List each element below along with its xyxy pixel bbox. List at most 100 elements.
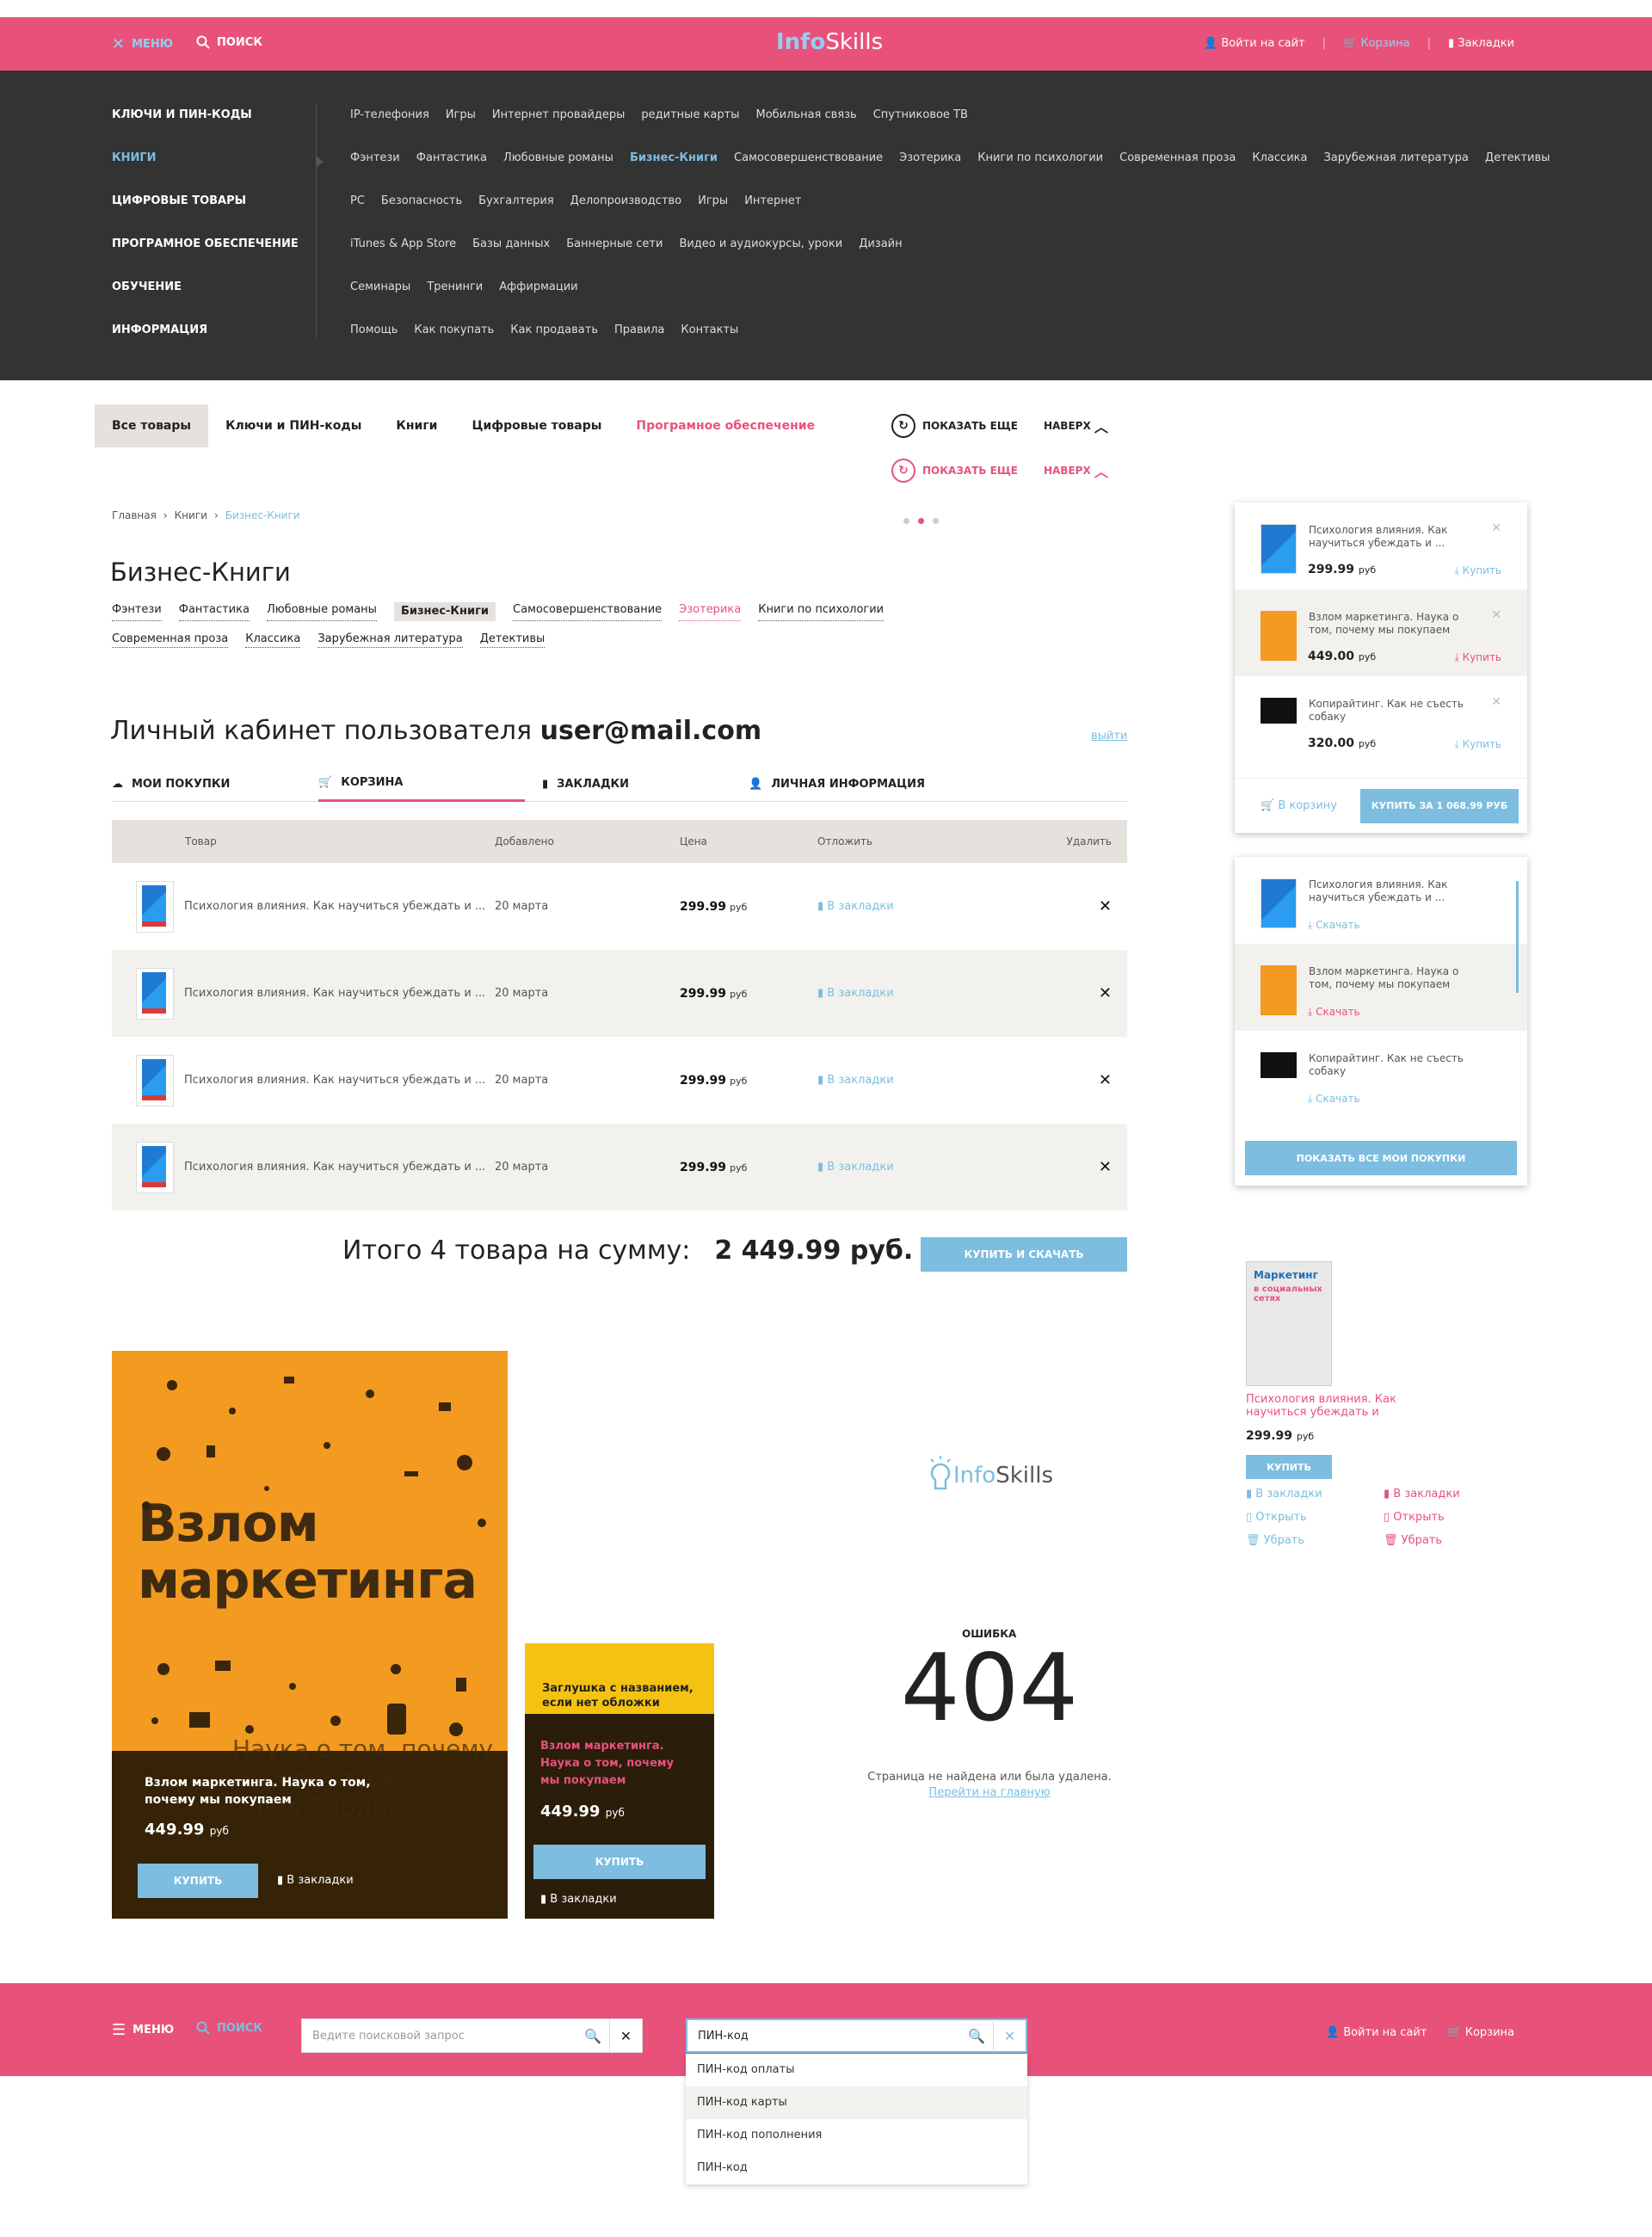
logo-secondary[interactable]: Info Skills xyxy=(928,1454,1053,1497)
menu-link[interactable]: Баннерные сети xyxy=(566,237,663,280)
item-name[interactable]: Взлом маркетинга. Наука о том, почему мы… xyxy=(1309,965,1481,1031)
bookmark-link-hover[interactable]: ▮ В закладки xyxy=(1384,1488,1504,1501)
menu-link[interactable]: IP-телефония xyxy=(350,108,429,151)
tab-bookmarks[interactable]: ▮ ЗАКЛАДКИ xyxy=(525,766,731,802)
book-thumbnail[interactable] xyxy=(136,967,174,1020)
suggestion-item[interactable]: ПИН-код xyxy=(686,2152,1027,2185)
menu-link[interactable]: Семинары xyxy=(350,280,410,324)
dot[interactable] xyxy=(933,518,939,524)
open-link[interactable]: ▯ Открыть xyxy=(1246,1511,1384,1524)
menu-link[interactable]: Тренинги xyxy=(427,280,483,324)
menu-link[interactable]: iTunes & App Store xyxy=(350,237,456,280)
menu-link[interactable]: Игры xyxy=(698,194,728,237)
search-button[interactable]: ПОИСК xyxy=(196,2021,262,2035)
login-link[interactable]: 👤 Войти на сайт xyxy=(1326,2026,1427,2039)
subcat-link[interactable]: Зарубежная литература xyxy=(317,632,463,648)
menu-link[interactable]: Любовные романы xyxy=(503,151,613,194)
menu-link[interactable]: Как продавать xyxy=(510,324,598,367)
menu-link[interactable]: Эзотерика xyxy=(899,151,961,194)
menu-link[interactable]: PC xyxy=(350,194,365,237)
subcat-link[interactable]: Самосовершенствование xyxy=(513,602,663,621)
bookmark-link[interactable]: ▮ В закладки xyxy=(1246,1488,1384,1501)
menu-link[interactable]: Классика xyxy=(1252,151,1307,194)
item-name[interactable]: Копирайтинг. Как не съесть собаку xyxy=(1309,698,1481,763)
product-name[interactable]: Психология влияния. Как научиться убежда… xyxy=(184,1074,485,1087)
menu-button[interactable]: ☰ МЕНЮ xyxy=(112,2021,174,2039)
logo[interactable]: InfoSkills xyxy=(776,29,883,55)
breadcrumb-home[interactable]: Главная xyxy=(112,509,157,521)
bookmark-link[interactable]: ▮ В закладки xyxy=(540,1893,617,1906)
bookmark-link[interactable]: ▮ В закладки xyxy=(817,1161,955,1174)
filter-all[interactable]: Все товары xyxy=(95,404,209,447)
bookmark-link[interactable]: ▮ В закладки xyxy=(817,1074,955,1087)
login-link[interactable]: 👤 Войти на сайт xyxy=(1204,37,1305,50)
bookmark-link[interactable]: ▮ В закладки xyxy=(817,900,955,913)
menu-category-software[interactable]: Програмное обеспечение xyxy=(112,237,299,280)
delete-button[interactable]: ✕ xyxy=(955,1158,1127,1176)
close-icon[interactable]: ✕ xyxy=(1491,695,1501,709)
close-icon[interactable]: ✕ xyxy=(993,2019,1026,2052)
subcat-link[interactable]: Фэнтези xyxy=(112,602,162,621)
book-thumbnail[interactable] xyxy=(136,1141,174,1193)
menu-link[interactable]: Зарубежная литература xyxy=(1323,151,1468,194)
menu-category-books[interactable]: Книги xyxy=(112,151,299,194)
subcat-link-hover[interactable]: Эзотерика xyxy=(679,602,742,621)
scroll-up-button[interactable]: НАВЕРХ ︿ xyxy=(1044,416,1108,436)
filter-software[interactable]: Програмное обеспечение xyxy=(619,404,832,447)
menu-link[interactable]: Фантастика xyxy=(416,151,487,194)
filter-keys[interactable]: Ключи и ПИН-коды xyxy=(208,404,379,447)
tab-cart[interactable]: 🛒 КОРЗИНА xyxy=(318,766,525,802)
menu-link[interactable]: редитные карты xyxy=(641,108,739,151)
filter-digital[interactable]: Цифровые товары xyxy=(454,404,619,447)
menu-link-active[interactable]: Бизнес-Книги xyxy=(630,151,718,194)
scroll-up-button-hover[interactable]: НАВЕРХ ︿ xyxy=(1044,460,1108,481)
book-thumbnail[interactable] xyxy=(1261,698,1297,724)
search-input[interactable]: Ведите поисковой запрос xyxy=(302,2030,576,2043)
suggestion-item[interactable]: ПИН-код оплаты xyxy=(686,2054,1027,2086)
breadcrumb-current[interactable]: Бизнес-Книги xyxy=(225,509,300,521)
card-title[interactable]: Взлом маркетинга. Наука о том, почему мы… xyxy=(145,1774,403,1809)
breadcrumb-books[interactable]: Книги xyxy=(175,509,207,521)
menu-link[interactable]: Интернет xyxy=(744,194,801,237)
search-button[interactable]: ПОИСК xyxy=(196,35,262,49)
menu-link[interactable]: Игры xyxy=(446,108,476,151)
menu-category-keys[interactable]: Ключи и ПИН-коды xyxy=(112,108,299,151)
buy-download-button[interactable]: КУПИТЬ И СКАЧАТЬ xyxy=(921,1237,1127,1272)
buy-button[interactable]: КУПИТЬ xyxy=(138,1864,258,1898)
suggestion-item-hover[interactable]: ПИН-код карты xyxy=(686,2086,1027,2119)
remove-link-hover[interactable]: 🗑 Убрать xyxy=(1384,1534,1504,1547)
item-name[interactable]: Взлом маркетинга. Наука о том, почему мы… xyxy=(1309,611,1481,676)
menu-link[interactable]: Как покупать xyxy=(414,324,494,367)
book-thumbnail[interactable] xyxy=(1261,611,1297,661)
show-more-button[interactable]: ↻ ПОКАЗАТЬ ЕЩЕ xyxy=(891,414,1018,438)
menu-link[interactable]: Базы данных xyxy=(472,237,550,280)
home-link[interactable]: Перейти на главную xyxy=(860,1786,1119,1799)
menu-category-info[interactable]: Информация xyxy=(112,324,299,367)
bookmark-link[interactable]: ▮ В закладки xyxy=(817,987,955,1000)
tab-purchases[interactable]: ☁ МОИ ПОКУПКИ xyxy=(112,766,318,802)
dot-active[interactable] xyxy=(918,518,924,524)
menu-link[interactable]: Интернет провайдеры xyxy=(492,108,626,151)
menu-link[interactable]: Бухгалтерия xyxy=(478,194,554,237)
close-icon[interactable]: ✕ xyxy=(1491,608,1501,622)
book-thumbnail[interactable] xyxy=(136,880,174,933)
menu-link[interactable]: Делопроизводство xyxy=(570,194,681,237)
book-thumbnail[interactable] xyxy=(1261,524,1297,574)
book-thumbnail[interactable] xyxy=(1261,878,1297,928)
delete-button[interactable]: ✕ xyxy=(955,984,1127,1002)
book-cover[interactable]: Маркетинг в социальных сетях xyxy=(1246,1261,1332,1386)
cart-link[interactable]: 🛒 Корзина xyxy=(1343,37,1410,50)
buy-all-button[interactable]: КУПИТЬ ЗА 1 068.99 РУБ xyxy=(1360,788,1519,823)
menu-link[interactable]: Видео и аудиокурсы, уроки xyxy=(679,237,842,280)
search-icon[interactable]: 🔍 xyxy=(960,2019,993,2052)
menu-link[interactable]: Книги по психологии xyxy=(977,151,1103,194)
buy-button[interactable]: КУПИТЬ xyxy=(1246,1455,1332,1479)
remove-link[interactable]: 🗑 Убрать xyxy=(1246,1534,1384,1547)
bookmark-link[interactable]: ▮ В закладки xyxy=(277,1874,354,1887)
subcat-link[interactable]: Книги по психологии xyxy=(758,602,885,621)
menu-link[interactable]: Спутниковое ТВ xyxy=(873,108,968,151)
product-name[interactable]: Психология влияния. Как научиться убежда… xyxy=(184,1161,485,1174)
item-name[interactable]: Психология влияния. Как научиться убежда… xyxy=(1309,524,1481,589)
menu-link[interactable]: Детективы xyxy=(1485,151,1550,194)
menu-link[interactable]: Помощь xyxy=(350,324,398,367)
